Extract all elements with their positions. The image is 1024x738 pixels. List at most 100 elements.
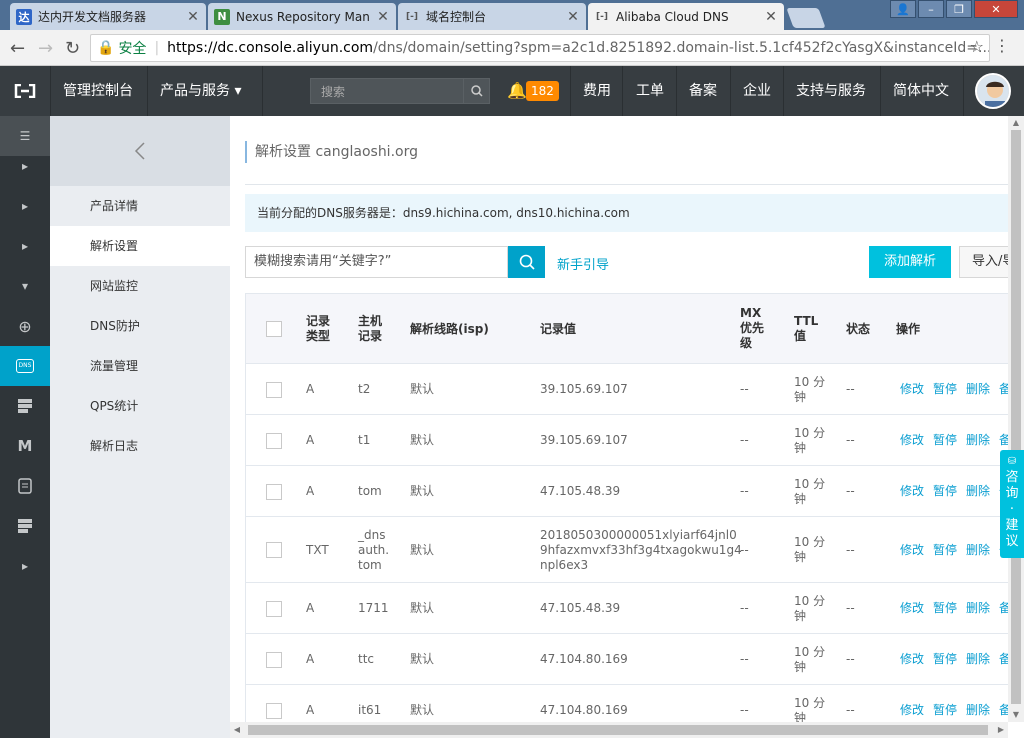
import-export-button[interactable]: 导入/导: [959, 246, 1008, 278]
select-all-checkbox[interactable]: [266, 321, 282, 337]
row-checkbox[interactable]: [266, 651, 282, 668]
row-checkbox[interactable]: [266, 483, 282, 500]
pause-link[interactable]: 暂停: [933, 543, 957, 558]
notification-count-badge[interactable]: 182: [526, 81, 559, 101]
chevron-right-icon[interactable]: ▸: [0, 146, 50, 186]
sidebar-item-qps[interactable]: QPS统计: [50, 386, 230, 426]
edit-link[interactable]: 修改: [900, 601, 924, 616]
row-checkbox[interactable]: [266, 702, 282, 719]
back-arrow-icon[interactable]: ←: [10, 38, 25, 59]
edit-link[interactable]: 修改: [900, 543, 924, 558]
nav-tickets[interactable]: 工单: [636, 66, 664, 116]
sidebar-item-site-monitor[interactable]: 网站监控: [50, 266, 230, 306]
sidebar-item-dns-protection[interactable]: DNS防护: [50, 306, 230, 346]
guide-link[interactable]: 新手引导: [557, 254, 609, 273]
row-checkbox[interactable]: [266, 600, 282, 617]
pause-link[interactable]: 暂停: [933, 601, 957, 616]
close-icon[interactable]: ✕: [186, 9, 200, 25]
scroll-thumb[interactable]: [1011, 130, 1021, 704]
search-button[interactable]: [508, 246, 545, 278]
remark-link[interactable]: 备: [999, 382, 1008, 397]
pause-link[interactable]: 暂停: [933, 433, 957, 448]
sidebar-item-traffic[interactable]: 流量管理: [50, 346, 230, 386]
monitor-icon[interactable]: [0, 466, 50, 506]
console-search-input[interactable]: 搜索: [310, 78, 490, 104]
pause-link[interactable]: 暂停: [933, 652, 957, 667]
remark-link[interactable]: 备: [999, 703, 1008, 718]
delete-link[interactable]: 删除: [966, 601, 990, 616]
scroll-up-icon[interactable]: ▲: [1008, 116, 1024, 130]
delete-link[interactable]: 删除: [966, 543, 990, 558]
remark-link[interactable]: 备: [999, 652, 1008, 667]
row-checkbox[interactable]: [266, 381, 282, 398]
browser-tab-active[interactable]: [-] Alibaba Cloud DNS ✕: [588, 3, 784, 30]
nav-support[interactable]: 支持与服务: [796, 66, 866, 116]
close-icon[interactable]: ✕: [566, 9, 580, 25]
m-logo-icon[interactable]: M: [0, 426, 50, 466]
pause-link[interactable]: 暂停: [933, 703, 957, 718]
scroll-right-icon[interactable]: ▶: [994, 722, 1008, 738]
avatar[interactable]: [975, 73, 1011, 109]
collapse-chevron-left-icon[interactable]: [50, 116, 230, 186]
user-icon[interactable]: 👤: [890, 0, 916, 18]
search-icon[interactable]: [463, 79, 489, 103]
pause-link[interactable]: 暂停: [933, 382, 957, 397]
nav-billing[interactable]: 费用: [583, 66, 611, 116]
remark-link[interactable]: 备: [999, 433, 1008, 448]
browser-tab[interactable]: N Nexus Repository Man ✕: [208, 3, 396, 30]
dns-icon[interactable]: DNS: [0, 346, 50, 386]
console-home-link[interactable]: 管理控制台: [63, 66, 133, 116]
scroll-down-icon[interactable]: ▼: [1008, 708, 1024, 722]
sidebar-item-dns-settings[interactable]: 解析设置: [50, 226, 230, 266]
nav-language[interactable]: 简体中文: [893, 66, 949, 116]
products-menu[interactable]: 产品与服务 ▾: [160, 66, 241, 116]
remark-link[interactable]: 备: [999, 601, 1008, 616]
url-field[interactable]: 🔒 安全 | https://dc.console.aliyun.com /dn…: [90, 34, 990, 62]
edit-link[interactable]: 修改: [900, 484, 924, 499]
delete-link[interactable]: 删除: [966, 433, 990, 448]
browser-tab[interactable]: [-] 域名控制台 ✕: [398, 3, 586, 30]
delete-link[interactable]: 删除: [966, 382, 990, 397]
chevron-down-icon[interactable]: ▾: [0, 266, 50, 306]
browser-menu-icon[interactable]: ⋮: [994, 36, 1010, 55]
pause-link[interactable]: 暂停: [933, 484, 957, 499]
edit-link[interactable]: 修改: [900, 433, 924, 448]
delete-link[interactable]: 删除: [966, 703, 990, 718]
chevron-right-icon[interactable]: ▸: [0, 226, 50, 266]
new-tab-button[interactable]: [786, 8, 826, 28]
bookmark-star-icon[interactable]: ☆: [970, 37, 984, 56]
edit-link[interactable]: 修改: [900, 382, 924, 397]
minimize-icon[interactable]: –: [918, 0, 944, 18]
close-icon[interactable]: ✕: [764, 9, 778, 25]
nav-enterprise[interactable]: 企业: [743, 66, 771, 116]
sidebar-item-logs[interactable]: 解析日志: [50, 426, 230, 466]
server-stack-icon[interactable]: [0, 386, 50, 426]
aliyun-logo-icon[interactable]: [0, 66, 50, 116]
scroll-thumb[interactable]: [248, 725, 988, 735]
sidebar-item-product-details[interactable]: 产品详情: [50, 186, 230, 226]
vertical-scrollbar[interactable]: ▲ ▼: [1008, 116, 1024, 722]
edit-link[interactable]: 修改: [900, 652, 924, 667]
browser-tab[interactable]: 达 达内开发文档服务器 ✕: [10, 3, 206, 30]
edit-link[interactable]: 修改: [900, 703, 924, 718]
close-icon[interactable]: ✕: [376, 9, 390, 25]
nav-icp[interactable]: 备案: [689, 66, 717, 116]
restore-icon[interactable]: ❐: [946, 0, 972, 18]
reload-icon[interactable]: ↻: [65, 38, 80, 59]
globe-icon[interactable]: ⊕: [0, 306, 50, 346]
window-close-icon[interactable]: ✕: [974, 0, 1018, 18]
forward-arrow-icon[interactable]: →: [38, 38, 53, 59]
server-stack-icon[interactable]: [0, 506, 50, 546]
bell-icon[interactable]: 🔔: [507, 81, 527, 100]
horizontal-scrollbar[interactable]: ◀ ▶: [230, 722, 1008, 738]
scroll-left-icon[interactable]: ◀: [230, 722, 244, 738]
add-record-button[interactable]: 添加解析: [869, 246, 951, 278]
delete-link[interactable]: 删除: [966, 652, 990, 667]
record-search-input[interactable]: 模糊搜索请用“关键字?”: [245, 246, 508, 278]
delete-link[interactable]: 删除: [966, 484, 990, 499]
row-checkbox[interactable]: [266, 432, 282, 449]
feedback-button[interactable]: ⛁ 咨 询 · 建 议: [1000, 450, 1024, 558]
chevron-right-icon[interactable]: ▸: [0, 186, 50, 226]
chevron-right-icon[interactable]: ▸: [0, 546, 50, 586]
row-checkbox[interactable]: [266, 542, 282, 558]
